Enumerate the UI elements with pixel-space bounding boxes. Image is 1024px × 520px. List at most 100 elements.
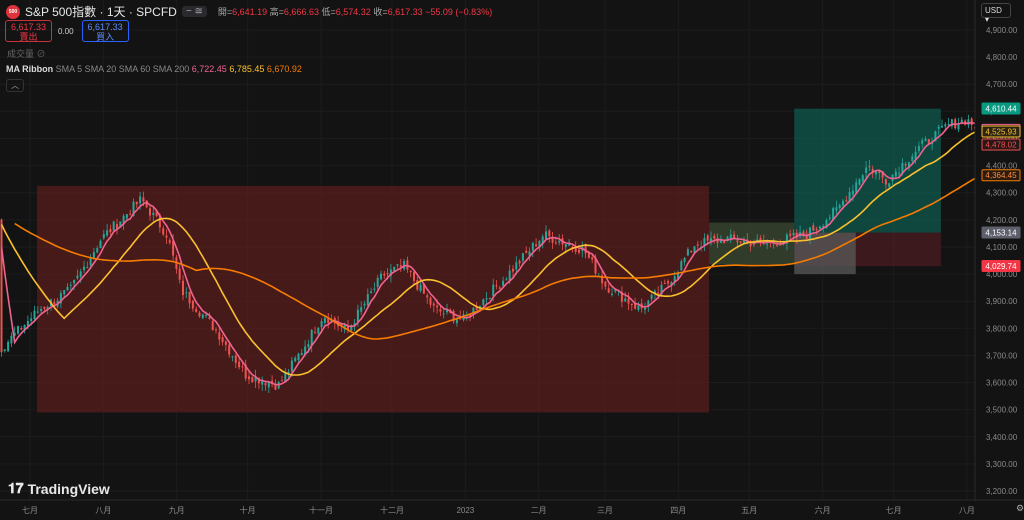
candle [815, 228, 818, 230]
candle [215, 329, 217, 331]
candle [188, 291, 191, 304]
price-tick-label: 4,300.00 [986, 189, 1018, 198]
candle [149, 208, 151, 216]
candle [488, 298, 491, 300]
tradingview-logo: 𝟏𝟕 TradingView [8, 480, 110, 497]
candle [106, 230, 109, 236]
price-tick-label: 4,900.00 [986, 26, 1018, 35]
candle [89, 258, 92, 266]
currency-select[interactable]: USD ▾ [981, 3, 1011, 24]
candle [300, 352, 303, 356]
candle [165, 235, 168, 238]
chevron-up-icon[interactable]: ︿ [6, 79, 24, 92]
candle [624, 298, 627, 302]
candle [0, 219, 3, 353]
candle [83, 266, 85, 271]
spread: 0.00 [58, 26, 74, 36]
candle [861, 175, 864, 182]
candle [703, 238, 706, 246]
candle [208, 317, 211, 319]
candle [234, 355, 237, 363]
symbol-header: 500 S&P 500指數 · 1天 · SPCFD − ≅ 開=6,641.1… [6, 3, 492, 20]
candle [578, 249, 580, 253]
symbol-options-button[interactable]: − ≅ [181, 6, 207, 17]
candle [858, 179, 861, 185]
time-tick-label: 四月 [670, 506, 686, 515]
price-tick-label: 3,300.00 [986, 460, 1018, 469]
candle [947, 123, 950, 125]
candle [429, 297, 432, 305]
symbol-title[interactable]: S&P 500指數 · 1天 · SPCFD [25, 3, 177, 20]
candle [99, 240, 102, 249]
price-badge-label: 4,153.14 [985, 229, 1017, 238]
candle [376, 277, 379, 287]
candle [630, 303, 633, 306]
candle [531, 242, 534, 251]
candle [198, 312, 201, 317]
candle [607, 288, 610, 293]
time-tick-label: 七月 [22, 506, 38, 515]
price-tick-label: 3,600.00 [986, 379, 1018, 388]
candle [129, 213, 132, 215]
candle [162, 228, 165, 235]
candle [518, 260, 521, 264]
candle [3, 349, 6, 352]
time-tick-label: 十一月 [309, 505, 333, 515]
candle [7, 342, 10, 352]
time-tick-label: 二月 [531, 506, 547, 515]
candle [310, 329, 313, 346]
candle [125, 214, 128, 219]
candle [36, 311, 39, 313]
candle [416, 279, 419, 290]
volume-indicator[interactable]: 成交量 ⊘ [7, 47, 46, 60]
sell-button[interactable]: 6,617.33 賣出 [5, 20, 52, 42]
candle [888, 183, 891, 187]
candle [776, 245, 778, 247]
price-badge-label: 4,610.44 [985, 105, 1017, 114]
candle [667, 281, 670, 284]
eye-hidden-icon[interactable]: ⊘ [37, 49, 46, 59]
price-badge-label: 4,364.45 [985, 171, 1017, 180]
candle [112, 221, 115, 231]
candle [102, 234, 105, 239]
price-chart[interactable]: 4,900.004,800.004,700.004,600.004,500.00… [0, 0, 1024, 520]
candle [251, 376, 254, 383]
candle [221, 337, 224, 343]
time-tick-label: 2023 [456, 506, 474, 515]
candle [142, 197, 145, 202]
candle [386, 273, 389, 275]
candle [766, 243, 769, 245]
candle [564, 244, 567, 248]
candle [432, 303, 435, 306]
candle [505, 279, 508, 281]
settings-icon[interactable]: ⚙ [1016, 503, 1024, 514]
candle [96, 248, 99, 253]
candle [865, 167, 868, 173]
candle [33, 310, 36, 320]
candle [439, 309, 442, 312]
candle [436, 305, 439, 308]
candle [558, 240, 561, 243]
candle [231, 356, 234, 358]
sp500-logo: 500 [6, 4, 20, 19]
candle [644, 307, 646, 310]
candle [139, 196, 142, 204]
price-tick-label: 3,500.00 [986, 406, 1018, 415]
candle [650, 294, 653, 300]
candle [835, 207, 838, 211]
candle [838, 204, 841, 208]
candle [195, 308, 198, 312]
ma-ribbon-legend[interactable]: MA Ribbon SMA 5 SMA 20 SMA 60 SMA 200 6,… [6, 64, 302, 74]
candle [884, 179, 887, 185]
candle [512, 268, 514, 272]
candle [419, 284, 422, 291]
buy-button[interactable]: 6,617.33 買入 [81, 20, 129, 42]
time-tick-label: 五月 [741, 506, 757, 515]
candle [680, 261, 683, 271]
candle [205, 315, 208, 317]
time-tick-label: 九月 [169, 506, 185, 515]
candle [314, 332, 316, 334]
candle [508, 270, 511, 281]
time-tick-label: 八月 [959, 506, 975, 515]
candle [657, 292, 660, 294]
